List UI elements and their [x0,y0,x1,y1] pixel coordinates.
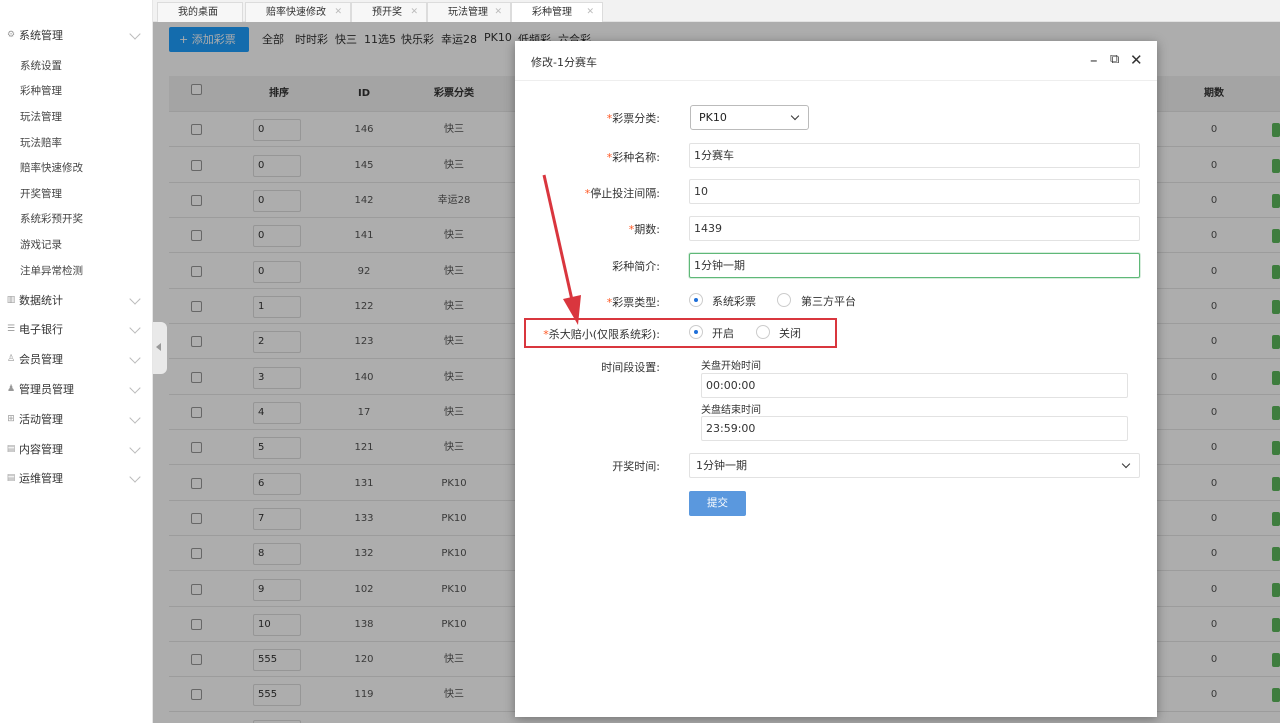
select-value: PK10 [699,111,727,124]
chevron-down-icon [129,28,141,40]
tab-label: 彩种管理 [532,7,572,18]
stop-interval-label: *停止投注间隔: [460,185,660,201]
type-system-label: 系统彩票 [712,295,756,308]
menu-statistics[interactable]: ▥ 数据统计 [0,285,153,315]
sidebar-item-draw-manage[interactable]: 开奖管理 [20,183,62,205]
label-text: 彩种名称: [612,151,660,164]
lottery-name-label: *彩种名称: [460,149,660,165]
chevron-down-icon [129,352,141,364]
close-start-input[interactable]: 00:00:00 [701,373,1128,398]
dialog-title: 修改-1分赛车 [531,56,597,69]
close-start-label: 关盘开始时间 [701,361,761,372]
close-icon[interactable]: ✕ [494,3,502,22]
select-value: 1分钟一期 [696,459,747,472]
tab-lottery-manage[interactable]: 彩种管理 ✕ [511,2,603,23]
label-text: 期数: [634,223,660,236]
tab-pre-draw[interactable]: 预开奖 ✕ [351,2,427,22]
menu-activities[interactable]: ⊞ 活动管理 [0,404,153,434]
maximize-icon[interactable]: ⧉ [1110,51,1119,69]
chevron-down-icon [129,471,141,483]
sidebar-item-play-manage[interactable]: 玩法管理 [20,106,62,128]
collapse-arrow-icon [156,343,161,351]
minimize-icon[interactable]: – [1090,51,1098,69]
menu-bank[interactable]: ☰ 电子银行 [0,314,153,344]
close-icon[interactable]: ✕ [334,3,342,22]
admin-icon: ♟ [6,384,16,394]
label-text: 停止投注间隔: [590,187,660,200]
chevron-down-icon [1121,459,1131,469]
sidebar-item-system-settings[interactable]: 系统设置 [20,55,62,77]
chevron-down-icon [129,293,141,305]
close-end-label-text: 关盘结束时间 [701,405,761,416]
menu-bank-label: 电子银行 [19,323,63,336]
menu-ops[interactable]: ▤ 运维管理 [0,463,153,493]
sidebar-item-play-odds[interactable]: 玩法赔率 [20,132,62,154]
draw-time-label: 开奖时间: [612,460,660,473]
activity-icon: ⊞ [7,414,15,424]
chart-icon: ▥ [6,295,16,305]
draw-time-select[interactable]: 1分钟一期 [689,453,1140,478]
menu-admins-label: 管理员管理 [19,383,74,396]
period-setting-label: 时间段设置: [601,361,660,374]
tab-label: 赔率快速修改 [266,7,326,18]
sidebar-item-odds-quick-edit[interactable]: 赔率快速修改 [20,157,83,179]
lottery-type-label: *彩票类型: [460,294,660,310]
intro-label: 彩种简介: [612,260,660,273]
gear-icon: ⚙ [6,30,16,40]
content-icon: ▤ [6,444,16,454]
chevron-down-icon [129,322,141,334]
close-icon[interactable]: ✕ [1130,51,1143,69]
sidebar-item-lottery-manage[interactable]: 彩种管理 [20,80,62,102]
close-end-input[interactable]: 23:59:00 [701,416,1128,441]
chevron-down-icon [129,442,141,454]
menu-system[interactable]: ⚙ 系统管理 [0,20,153,50]
menu-ops-label: 运维管理 [19,472,63,485]
chevron-down-icon [129,382,141,394]
user-icon: ♙ [6,354,16,364]
label-text: 彩票分类: [612,112,660,125]
menu-system-label: 系统管理 [19,29,63,42]
chevron-down-icon [790,111,800,121]
annotation-highlight-box [524,318,837,348]
issues-label: *期数: [460,221,660,237]
menu-members-label: 会员管理 [19,353,63,366]
lottery-category-select[interactable]: PK10 [690,105,809,130]
menu-admins[interactable]: ♟ 管理员管理 [0,374,153,404]
sidebar-item-pre-draw[interactable]: 系统彩预开奖 [20,208,83,230]
close-icon[interactable]: ✕ [586,3,594,22]
lottery-name-input[interactable]: 1分赛车 [689,143,1140,168]
edit-lottery-dialog: 修改-1分赛车 – ⧉ ✕ *彩票分类: PK10 *彩种名称: 1分赛车 *停… [515,41,1157,717]
tab-my-desktop[interactable]: 我的桌面 [157,2,243,22]
sidebar: ⚙ 系统管理 系统设置 彩种管理 玩法管理 玩法赔率 赔率快速修改 开奖管理 系… [0,0,153,723]
menu-statistics-label: 数据统计 [19,294,63,307]
tab-bar: 我的桌面 赔率快速修改 ✕ 预开奖 ✕ 玩法管理 ✕ 彩种管理 ✕ [153,0,1280,23]
tab-odds-quick-edit[interactable]: 赔率快速修改 ✕ [245,2,351,22]
label-text: 彩票类型: [612,296,660,309]
submit-button[interactable]: 提交 [689,491,746,516]
tab-label: 我的桌面 [178,7,218,18]
type-third-party-label: 第三方平台 [801,295,856,308]
type-system-radio[interactable] [689,293,703,307]
sidebar-collapse-handle[interactable] [153,322,167,374]
stop-interval-input[interactable]: 10 [689,179,1140,204]
tab-play-manage[interactable]: 玩法管理 ✕ [427,2,511,22]
close-icon[interactable]: ✕ [410,3,418,22]
menu-activities-label: 活动管理 [19,413,63,426]
dialog-header: 修改-1分赛车 – ⧉ ✕ [515,41,1157,81]
bank-icon: ☰ [6,324,16,334]
intro-input[interactable]: 1分钟一期 [689,253,1140,278]
sidebar-item-bet-anomaly[interactable]: 注单异常检测 [20,260,83,282]
ops-icon: ▤ [6,473,16,483]
type-third-party-radio[interactable] [777,293,791,307]
chevron-down-icon [129,412,141,424]
menu-content[interactable]: ▤ 内容管理 [0,434,153,464]
lottery-category-label: *彩票分类: [460,110,660,126]
tab-label: 玩法管理 [448,7,488,18]
sidebar-item-game-records[interactable]: 游戏记录 [20,234,62,256]
tab-label: 预开奖 [372,7,402,18]
issues-input[interactable]: 1439 [689,216,1140,241]
menu-content-label: 内容管理 [19,443,63,456]
menu-members[interactable]: ♙ 会员管理 [0,344,153,374]
